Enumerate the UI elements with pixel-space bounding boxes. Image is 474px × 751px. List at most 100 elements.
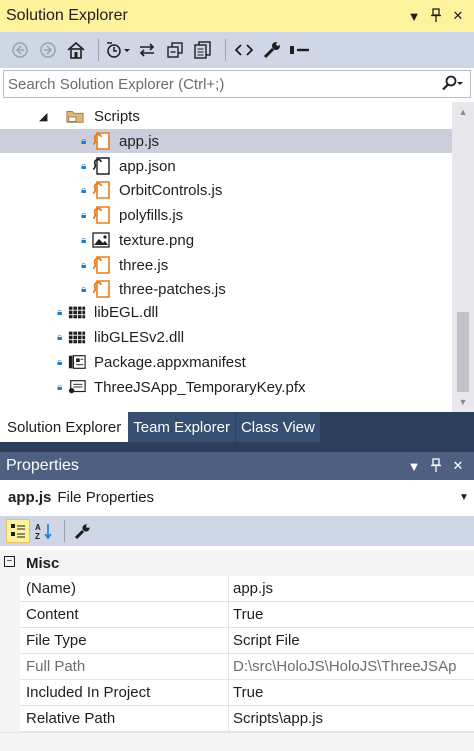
- tree-item-app-json[interactable]: 🔒︎ app.json: [0, 154, 452, 178]
- property-row-content[interactable]: Content True: [20, 602, 474, 628]
- panel-splitter[interactable]: [0, 442, 474, 452]
- column-divider: [228, 654, 229, 680]
- lock-icon: 🔒︎: [81, 184, 87, 196]
- tab-solution-explorer[interactable]: Solution Explorer: [0, 412, 129, 442]
- js-file-icon: [92, 280, 110, 298]
- column-divider: [228, 576, 229, 602]
- object-selector[interactable]: app.js File Properties ▼: [0, 482, 474, 512]
- search-icon[interactable]: [434, 75, 470, 94]
- toolbar-separator: [225, 39, 226, 61]
- property-grid: − Misc (Name) app.js Content True File T…: [0, 550, 474, 732]
- property-value[interactable]: True: [233, 684, 469, 701]
- js-file-icon: [92, 181, 110, 199]
- collapse-all-icon[interactable]: [163, 37, 187, 63]
- property-pages-icon[interactable]: [71, 519, 95, 543]
- property-value[interactable]: app.js: [233, 580, 469, 597]
- preview-selected-items-icon[interactable]: [288, 37, 312, 63]
- column-divider: [228, 602, 229, 628]
- tool-window-tabs: Solution Explorer Team Explorer Class Vi…: [0, 412, 474, 442]
- chevron-down-icon[interactable]: ▼: [454, 492, 474, 503]
- collapse-box-icon[interactable]: −: [4, 556, 15, 567]
- tree-item-three-js[interactable]: 🔒︎ three.js: [0, 253, 452, 277]
- close-icon[interactable]: ✕: [448, 8, 468, 24]
- tree-item-label: libGLESv2.dll: [94, 328, 185, 346]
- search-input[interactable]: [4, 71, 434, 97]
- lock-icon: 🔒︎: [57, 381, 63, 393]
- property-value[interactable]: Scripts\app.js: [233, 710, 469, 727]
- pin-icon[interactable]: [426, 457, 446, 475]
- alphabetical-icon[interactable]: AZ: [32, 519, 56, 543]
- back-icon[interactable]: [8, 37, 32, 63]
- scroll-up-icon[interactable]: ▲: [452, 104, 474, 120]
- property-value[interactable]: True: [233, 606, 469, 623]
- close-icon[interactable]: ✕: [448, 458, 468, 474]
- solution-explorer-title-bar: Solution Explorer ▼ ✕: [0, 0, 474, 32]
- solution-explorer-toolbar: [0, 32, 474, 68]
- property-key: Relative Path: [26, 710, 116, 727]
- dll-file-icon: [68, 303, 86, 321]
- property-key: Included In Project: [26, 684, 151, 701]
- tree-item-polyfills-js[interactable]: 🔒︎ polyfills.js: [0, 203, 452, 227]
- scrollbar-thumb[interactable]: [457, 312, 469, 392]
- tree-item-orbitcontrols-js[interactable]: 🔒︎ OrbitControls.js: [0, 178, 452, 202]
- tree-item-app-js[interactable]: 🔒︎ app.js: [0, 129, 452, 153]
- vertical-scrollbar[interactable]: ▲ ▼: [452, 102, 474, 412]
- tree-item-libegl-dll[interactable]: 🔒︎ libEGL.dll: [0, 300, 452, 324]
- toolbar-separator: [64, 520, 65, 542]
- property-row-file-type[interactable]: File Type Script File: [20, 628, 474, 654]
- properties-toolbar: AZ: [0, 516, 474, 546]
- forward-icon[interactable]: [36, 37, 60, 63]
- svg-text:A: A: [35, 523, 41, 532]
- tree-item-temporarykey-pfx[interactable]: 🔒︎ ThreeJSApp_TemporaryKey.pfx: [0, 375, 452, 399]
- property-row-relative-path[interactable]: Relative Path Scripts\app.js: [20, 706, 474, 732]
- column-divider: [228, 706, 229, 732]
- view-code-icon[interactable]: [232, 37, 256, 63]
- column-divider: [228, 680, 229, 706]
- categorized-icon[interactable]: [6, 519, 30, 543]
- collapse-arrow-icon[interactable]: ◢: [39, 110, 47, 123]
- tree-item-package-appxmanifest[interactable]: 🔒︎ Package.appxmanifest: [0, 350, 452, 374]
- object-type: File Properties: [57, 488, 155, 506]
- property-grid-footer: [0, 732, 474, 751]
- lock-icon: 🔒︎: [81, 135, 87, 147]
- search-box: [3, 70, 471, 98]
- sync-with-active-document-icon[interactable]: [135, 37, 159, 63]
- property-value[interactable]: D:\src\HoloJS\HoloJS\ThreeJSAp: [233, 658, 469, 675]
- tree-item-label: libEGL.dll: [94, 303, 159, 321]
- tab-class-view[interactable]: Class View: [235, 412, 320, 442]
- category-label: Misc: [26, 554, 60, 572]
- lock-icon: 🔒︎: [81, 283, 87, 295]
- property-row-name[interactable]: (Name) app.js: [20, 576, 474, 602]
- json-file-icon: [92, 157, 110, 175]
- toolbar-separator: [98, 39, 99, 61]
- tree-item-label: OrbitControls.js: [119, 181, 223, 199]
- lock-icon: 🔒︎: [57, 331, 63, 343]
- property-row-full-path[interactable]: Full Path D:\src\HoloJS\HoloJS\ThreeJSAp: [20, 654, 474, 680]
- tree-item-three-patches-js[interactable]: 🔒︎ three-patches.js: [0, 277, 452, 301]
- dropdown-icon[interactable]: ▼: [404, 459, 424, 474]
- tree-item-label: ThreeJSApp_TemporaryKey.pfx: [94, 378, 306, 396]
- tree-item-libglesv2-dll[interactable]: 🔒︎ libGLESv2.dll: [0, 325, 452, 349]
- tree-item-label: polyfills.js: [119, 206, 184, 224]
- tree-item-scripts-folder[interactable]: ◢ Scripts: [0, 104, 452, 128]
- tree-item-texture-png[interactable]: 🔒︎ texture.png: [0, 228, 452, 252]
- js-file-icon: [92, 132, 110, 150]
- property-key: Content: [26, 606, 79, 623]
- dropdown-icon[interactable]: ▼: [404, 9, 424, 24]
- tab-team-explorer[interactable]: Team Explorer: [128, 412, 235, 442]
- property-value[interactable]: Script File: [233, 632, 469, 649]
- properties-icon[interactable]: [260, 37, 284, 63]
- tree-item-label: app.json: [119, 157, 176, 175]
- solution-tree: ◢ Scripts 🔒︎ app.js 🔒︎ app.json 🔒︎ Orbit…: [0, 102, 452, 412]
- scroll-down-icon[interactable]: ▼: [452, 394, 474, 410]
- property-row-included-in-project[interactable]: Included In Project True: [20, 680, 474, 706]
- dll-file-icon: [68, 328, 86, 346]
- tree-item-label: three.js: [119, 256, 169, 274]
- pending-changes-filter-icon[interactable]: [105, 37, 131, 63]
- show-all-files-icon[interactable]: [191, 37, 215, 63]
- lock-icon: 🔒︎: [81, 234, 87, 246]
- pin-icon[interactable]: [426, 7, 446, 25]
- home-icon[interactable]: [64, 37, 88, 63]
- lock-icon: 🔒︎: [57, 356, 63, 368]
- category-misc[interactable]: − Misc: [0, 550, 474, 576]
